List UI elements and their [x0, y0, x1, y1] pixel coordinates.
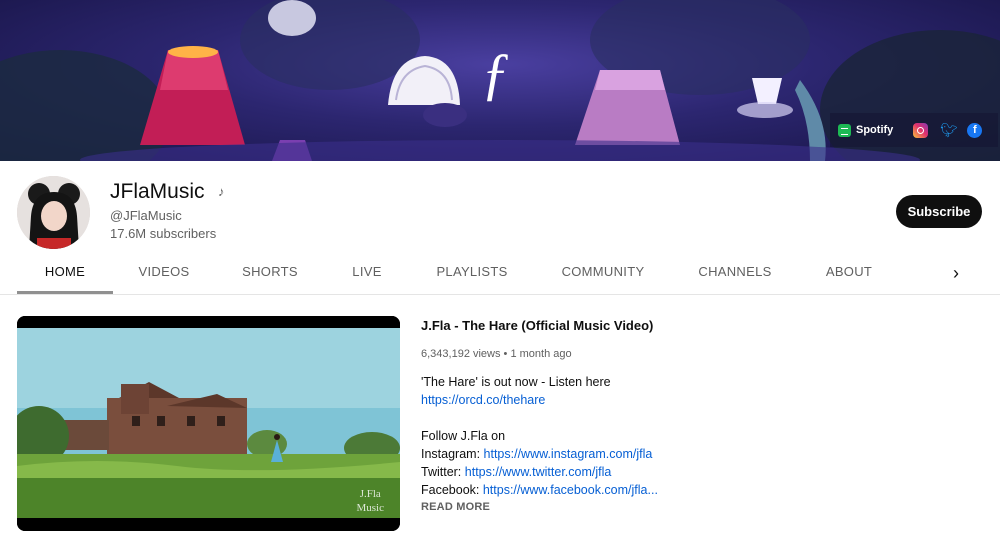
video-title[interactable]: J.Fla - The Hare (Official Music Video) [421, 318, 751, 333]
channel-banner: ƒ Spotify 🐦︎ f [0, 0, 1000, 161]
subscribe-button[interactable]: Subscribe [896, 195, 982, 228]
banner-links: Spotify 🐦︎ f [830, 113, 998, 147]
channel-name: JFlaMusic [110, 180, 205, 203]
tab-live[interactable]: LIVE [344, 252, 390, 294]
thumbnail-image [17, 316, 400, 531]
video-meta: 6,343,192 views • 1 month ago [421, 348, 572, 360]
tab-about[interactable]: ABOUT [818, 252, 880, 294]
twitter-icon[interactable]: 🐦︎ [940, 122, 958, 138]
twitter-link[interactable]: https://www.twitter.com/jfla [465, 465, 612, 479]
featured-video-thumbnail[interactable]: J.Fla Music [17, 316, 400, 531]
tab-home[interactable]: HOME [17, 252, 113, 294]
tab-playlists[interactable]: PLAYLISTS [429, 252, 515, 294]
featured-video-info: J.Fla - The Hare (Official Music Video) … [421, 318, 751, 513]
instagram-link[interactable]: https://www.instagram.com/jfla [484, 447, 653, 461]
follow-line: Follow J.Fla on [421, 429, 506, 443]
facebook-line: Facebook: https://www.facebook.com/jfla.… [421, 481, 751, 499]
facebook-label: Facebook: [421, 483, 483, 497]
music-note-icon: ♪ [218, 184, 225, 199]
desc-line: 'The Hare' is out now - Listen here [421, 375, 611, 389]
watermark-line1: J.Fla [359, 488, 381, 500]
tab-channels[interactable]: CHANNELS [690, 252, 780, 294]
spotify-label: Spotify [856, 124, 894, 136]
channel-tabs: HOME VIDEOS SHORTS LIVE PLAYLISTS COMMUN… [0, 252, 1000, 295]
instagram-label: Instagram: [421, 447, 484, 461]
video-watermark: J.Fla Music [357, 487, 385, 515]
spotify-icon [838, 123, 851, 137]
channel-avatar[interactable] [17, 176, 90, 249]
instagram-icon[interactable] [913, 122, 929, 138]
subscriber-count: 17.6M subscribers [110, 226, 217, 241]
channel-logo-glyph: ƒ [481, 41, 510, 106]
desc-spacer [421, 409, 751, 427]
channel-handle: @JFlaMusic [110, 208, 182, 223]
tab-community[interactable]: COMMUNITY [553, 252, 653, 294]
facebook-icon[interactable]: f [967, 122, 983, 138]
twitter-label: Twitter: [421, 465, 465, 479]
twitter-line: Twitter: https://www.twitter.com/jfla [421, 463, 751, 481]
read-more-button[interactable]: READ MORE [421, 501, 751, 513]
listen-link[interactable]: https://orcd.co/thehare [421, 393, 545, 407]
chevron-right-icon[interactable]: › [945, 262, 967, 284]
tab-shorts[interactable]: SHORTS [234, 252, 306, 294]
watermark-line2: Music [356, 502, 385, 514]
instagram-line: Instagram: https://www.instagram.com/jfl… [421, 445, 751, 463]
spotify-link[interactable]: Spotify [838, 123, 894, 137]
video-description: 'The Hare' is out now - Listen here http… [421, 373, 751, 499]
tab-videos[interactable]: VIDEOS [130, 252, 198, 294]
avatar-image [17, 176, 90, 249]
facebook-link[interactable]: https://www.facebook.com/jfla... [483, 483, 658, 497]
